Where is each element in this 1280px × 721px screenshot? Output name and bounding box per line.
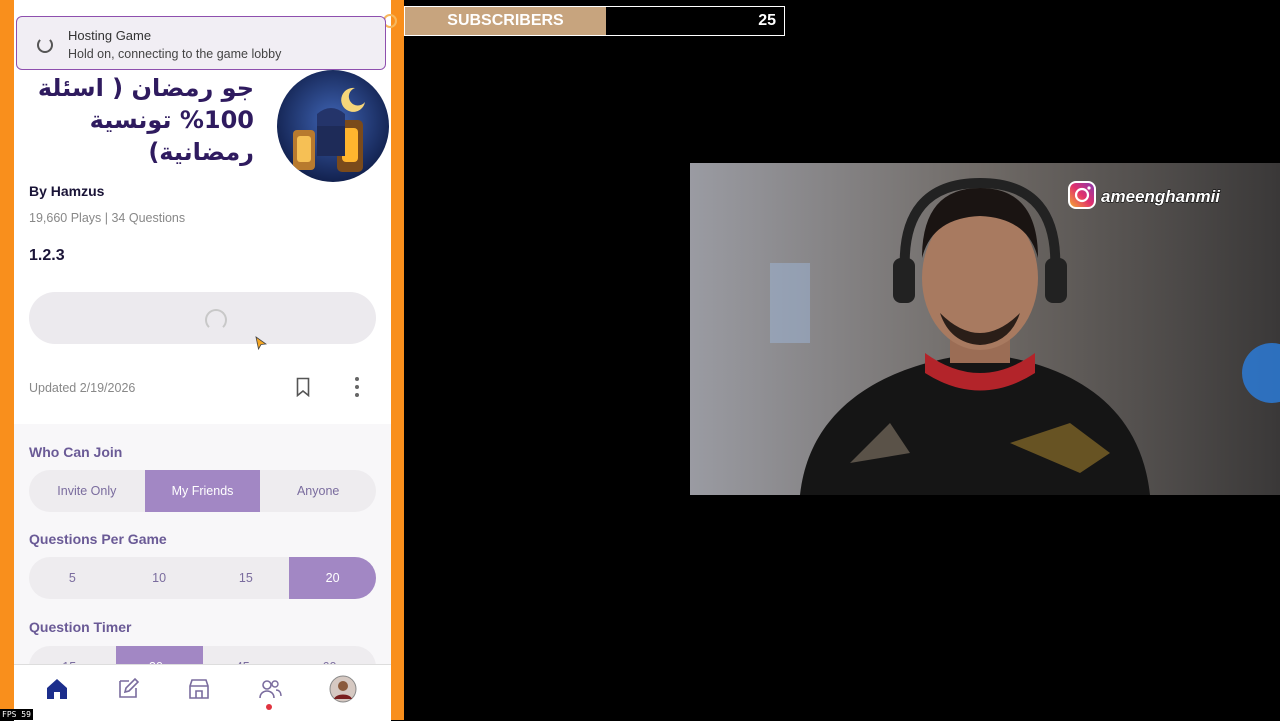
- question-timer-selector: 15s 30s 45s 60s: [29, 646, 376, 664]
- timer-option-60s[interactable]: 60s: [289, 646, 376, 664]
- subscribers-widget: SUBSCRIBERS 25: [404, 6, 785, 36]
- timer-option-30s[interactable]: 30s: [115, 646, 203, 664]
- questions-per-game-selector: 5 10 15 20: [29, 557, 376, 599]
- questions-option-20[interactable]: 20: [289, 557, 376, 599]
- home-icon[interactable]: [45, 677, 69, 701]
- questions-per-game-label: Questions Per Game: [29, 531, 167, 547]
- toast-message: Hold on, connecting to the game lobby: [68, 47, 282, 61]
- join-option-anyone[interactable]: Anyone: [260, 470, 376, 512]
- store-icon[interactable]: [187, 677, 211, 701]
- questions-option-15[interactable]: 15: [203, 557, 290, 599]
- subscribers-count: 25: [606, 7, 784, 35]
- updated-date: Updated 2/19/2026: [29, 381, 136, 395]
- bookmark-icon[interactable]: [296, 377, 310, 402]
- timer-option-15s[interactable]: 15s: [29, 646, 116, 664]
- mouse-cursor-icon: [255, 336, 268, 355]
- more-options-icon[interactable]: [350, 376, 364, 403]
- toast-title: Hosting Game: [68, 28, 152, 43]
- bottom-nav: [14, 664, 391, 721]
- toast-spinner-icon: [37, 37, 53, 53]
- loading-spinner-icon: [205, 309, 227, 331]
- game-cover-image: [277, 70, 389, 182]
- webcam-feed: [690, 163, 1280, 495]
- join-option-invite-only[interactable]: Invite Only: [29, 470, 145, 512]
- questions-option-5[interactable]: 5: [29, 557, 116, 599]
- join-option-my-friends[interactable]: My Friends: [144, 470, 261, 512]
- instagram-handle: ameenghanmii: [1100, 187, 1221, 207]
- game-stats: 19,660 Plays | 34 Questions: [29, 211, 186, 225]
- game-version: 1.2.3: [29, 247, 65, 264]
- game-title: جو رمضان ( اسئلة 100% تونسية رمضانية): [37, 74, 254, 166]
- timer-option-45s[interactable]: 45s: [203, 646, 290, 664]
- game-author[interactable]: By Hamzus: [29, 183, 104, 199]
- game-settings-panel: Who Can Join Invite Only My Friends Anyo…: [14, 424, 391, 664]
- who-can-join-selector: Invite Only My Friends Anyone: [29, 470, 376, 512]
- profile-avatar[interactable]: [329, 675, 357, 703]
- instagram-overlay: ameenghanmii: [1067, 180, 1251, 215]
- edit-icon[interactable]: [116, 677, 140, 701]
- notification-dot: [266, 704, 272, 710]
- hosting-toast: Hosting Game Hold on, connecting to the …: [16, 16, 386, 70]
- host-game-button[interactable]: [29, 292, 376, 344]
- fps-counter: FPS 59: [0, 709, 33, 720]
- instagram-icon: [1067, 180, 1097, 215]
- questions-option-10[interactable]: 10: [116, 557, 203, 599]
- who-can-join-label: Who Can Join: [29, 444, 123, 460]
- subscribers-label: SUBSCRIBERS: [405, 7, 606, 35]
- quiz-app-screen: جو رمضان ( اسئلة 100% تونسية رمضانية) By…: [14, 0, 391, 664]
- friends-icon[interactable]: [258, 677, 282, 701]
- question-timer-label: Question Timer: [29, 619, 132, 635]
